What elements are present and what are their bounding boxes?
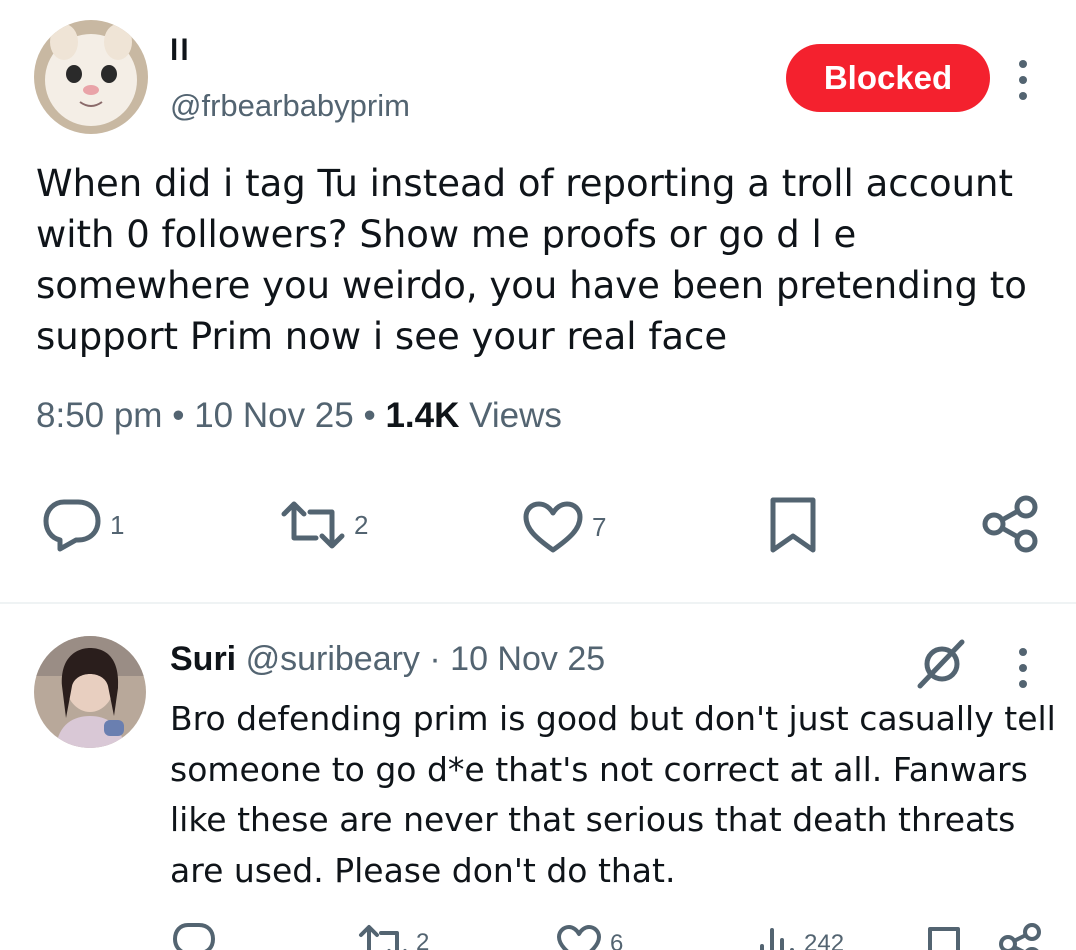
grok-icon[interactable] bbox=[914, 638, 970, 690]
like-icon bbox=[557, 925, 601, 950]
reply-header: Suri @suribeary · 10 Nov 25 bbox=[170, 640, 605, 679]
like-count: 7 bbox=[592, 511, 607, 542]
share-button[interactable] bbox=[980, 494, 1040, 554]
meta-separator: • bbox=[363, 396, 386, 435]
reply-like-count: 6 bbox=[610, 930, 624, 950]
more-icon[interactable] bbox=[1017, 60, 1029, 100]
reply-share-button[interactable] bbox=[998, 922, 1042, 950]
reply-views-count: 242 bbox=[804, 930, 845, 950]
reply-views-button[interactable]: 242 bbox=[756, 926, 844, 950]
reply-author-name[interactable]: Suri bbox=[170, 640, 246, 678]
reply-icon bbox=[43, 499, 101, 552]
views-count: 1.4K bbox=[385, 396, 460, 435]
bookmark-button[interactable] bbox=[768, 496, 818, 554]
tweet-meta: 8:50 pm • 10 Nov 25 • 1.4K Views bbox=[36, 396, 562, 436]
reply-icon bbox=[173, 923, 215, 950]
share-icon bbox=[982, 495, 1038, 553]
author-avatar[interactable] bbox=[34, 20, 148, 134]
reply-separator: · bbox=[419, 640, 451, 678]
views-label: Views bbox=[469, 396, 562, 435]
blocked-button[interactable]: Blocked bbox=[786, 44, 990, 112]
retweet-icon bbox=[359, 925, 407, 950]
reply-text: Bro defending prim is good but don't jus… bbox=[170, 699, 1056, 890]
tweet-date[interactable]: 10 Nov 25 bbox=[194, 396, 354, 435]
reply-bookmark-button[interactable] bbox=[926, 926, 962, 950]
reply-retweet-button[interactable]: 2 bbox=[358, 924, 429, 950]
more-icon[interactable] bbox=[1017, 648, 1029, 688]
divider bbox=[0, 602, 1076, 604]
tweet-text: When did i tag Tu instead of reporting a… bbox=[36, 162, 1027, 358]
meta-separator: • bbox=[172, 396, 195, 435]
views-icon bbox=[760, 928, 794, 950]
reply-author-avatar[interactable] bbox=[34, 636, 146, 748]
tweet-time[interactable]: 8:50 pm bbox=[36, 396, 162, 435]
retweet-count: 2 bbox=[354, 509, 369, 540]
bookmark-icon bbox=[770, 497, 816, 553]
author-name[interactable]: ll bbox=[170, 34, 191, 68]
reply-like-button[interactable]: 6 bbox=[556, 924, 623, 950]
reply-reply-button[interactable] bbox=[172, 922, 216, 950]
bookmark-icon bbox=[928, 927, 960, 950]
like-icon bbox=[523, 501, 583, 553]
reply-button[interactable]: 1 bbox=[42, 498, 124, 552]
reply-count: 1 bbox=[110, 509, 125, 540]
retweet-icon bbox=[281, 501, 345, 549]
reply-author-handle[interactable]: @suribeary bbox=[246, 640, 420, 678]
reply-retweet-count: 2 bbox=[416, 929, 430, 950]
reply-date[interactable]: 10 Nov 25 bbox=[450, 640, 605, 678]
author-handle[interactable]: @frbearbabyprim bbox=[170, 88, 410, 124]
like-button[interactable]: 7 bbox=[522, 500, 606, 554]
retweet-button[interactable]: 2 bbox=[280, 500, 368, 550]
share-icon bbox=[999, 923, 1041, 950]
